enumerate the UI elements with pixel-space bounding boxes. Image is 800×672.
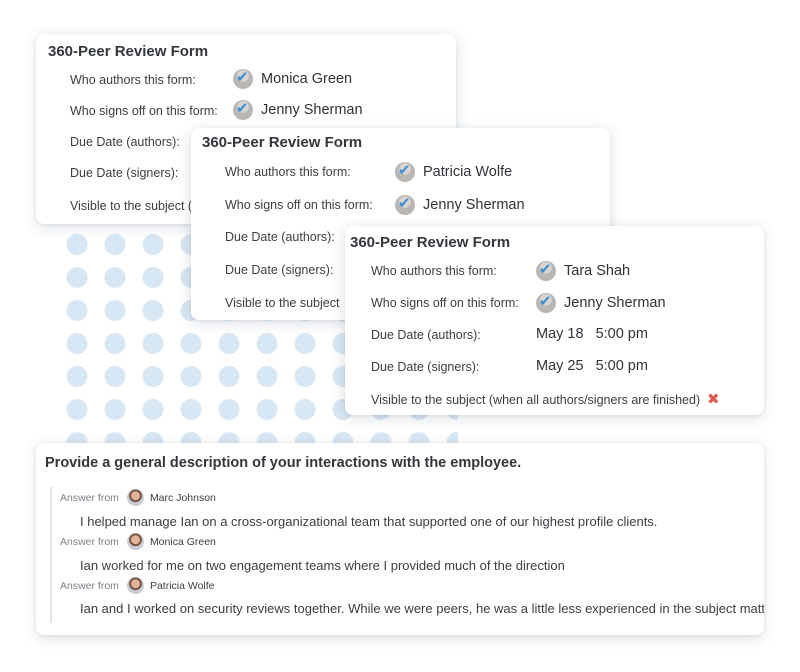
due-date-signers-label: Due Date (signers): (225, 263, 334, 277)
author-value[interactable]: ✔ Monica Green (233, 69, 352, 89)
question-answers-card: Provide a general description of your in… (36, 443, 764, 635)
question-title: Provide a general description of your in… (45, 455, 522, 471)
due-time: 5:00 pm (595, 326, 648, 342)
authors-label: Who authors this form: (225, 165, 351, 179)
signer-name: Jenny Sherman (423, 197, 525, 213)
checked-avatar-icon: ✔ (233, 100, 253, 120)
due-date: May 25 (536, 358, 584, 374)
due-date-signers-value[interactable]: May 25 5:00 pm (536, 358, 648, 374)
answer-from-row: Answer from Monica Green (60, 533, 216, 550)
form-title: 360-Peer Review Form (350, 234, 511, 251)
x-icon[interactable]: ✖ (707, 392, 720, 407)
signers-label: Who signs off on this form: (371, 296, 519, 310)
due-date-signers-label: Due Date (signers): (371, 360, 480, 374)
checked-avatar-icon: ✔ (536, 261, 556, 281)
due-time: 5:00 pm (595, 358, 648, 374)
author-value[interactable]: ✔ Tara Shah (536, 261, 630, 281)
answer-from-row: Answer from Patricia Wolfe (60, 577, 215, 594)
form-title: 360-Peer Review Form (202, 134, 363, 151)
due-date-authors-label: Due Date (authors): (371, 328, 481, 342)
author-name: Tara Shah (564, 263, 631, 279)
avatar (126, 489, 144, 506)
author-name: Patricia Wolfe (423, 164, 513, 180)
form-title: 360-Peer Review Form (48, 43, 209, 60)
answers-list: Answer from Marc Johnson I helped manage… (50, 487, 764, 623)
authors-label: Who authors this form: (371, 264, 497, 278)
signer-value[interactable]: ✔ Jenny Sherman (536, 293, 666, 313)
author-name: Monica Green (261, 71, 353, 87)
visible-to-subject-label: Visible to the subject (225, 296, 340, 310)
visible-to-subject-label: Visible to the subject (when all authors… (371, 393, 701, 407)
visible-to-subject-label: Visible to the subject (w (70, 199, 202, 213)
due-date: May 18 (536, 326, 584, 342)
answer-from-label: Answer from (60, 535, 119, 548)
review-form-card-3: 360-Peer Review Form Who authors this fo… (345, 226, 764, 415)
signer-value[interactable]: ✔ Jenny Sherman (233, 100, 363, 120)
authors-label: Who authors this form: (70, 73, 196, 87)
avatar (126, 577, 144, 594)
answer-text: Ian worked for me on two engagement team… (80, 558, 565, 573)
answer-text: Ian and I worked on security reviews tog… (80, 601, 764, 616)
signer-name: Jenny Sherman (564, 295, 666, 311)
answer-text: I helped manage Ian on a cross-organizat… (80, 514, 658, 529)
checked-avatar-icon: ✔ (536, 293, 556, 313)
answer-from-label: Answer from (60, 579, 119, 592)
author-value[interactable]: ✔ Patricia Wolfe (395, 162, 512, 182)
signer-name: Jenny Sherman (261, 102, 363, 118)
checked-avatar-icon: ✔ (233, 69, 253, 89)
due-date-authors-value[interactable]: May 18 5:00 pm (536, 326, 648, 342)
signers-label: Who signs off on this form: (70, 104, 218, 118)
signer-value[interactable]: ✔ Jenny Sherman (395, 195, 525, 215)
avatar (126, 533, 144, 550)
checked-avatar-icon: ✔ (395, 162, 415, 182)
due-date-authors-label: Due Date (authors): (225, 230, 335, 244)
answer-from-row: Answer from Marc Johnson (60, 489, 216, 506)
answer-author: Monica Green (149, 535, 216, 548)
due-date-signers-label: Due Date (signers): (70, 166, 179, 180)
answer-author: Patricia Wolfe (149, 579, 215, 592)
answer-author: Marc Johnson (149, 491, 216, 504)
due-date-authors-label: Due Date (authors): (70, 135, 180, 149)
signers-label: Who signs off on this form: (225, 198, 373, 212)
answer-from-label: Answer from (60, 491, 119, 504)
checked-avatar-icon: ✔ (395, 195, 415, 215)
